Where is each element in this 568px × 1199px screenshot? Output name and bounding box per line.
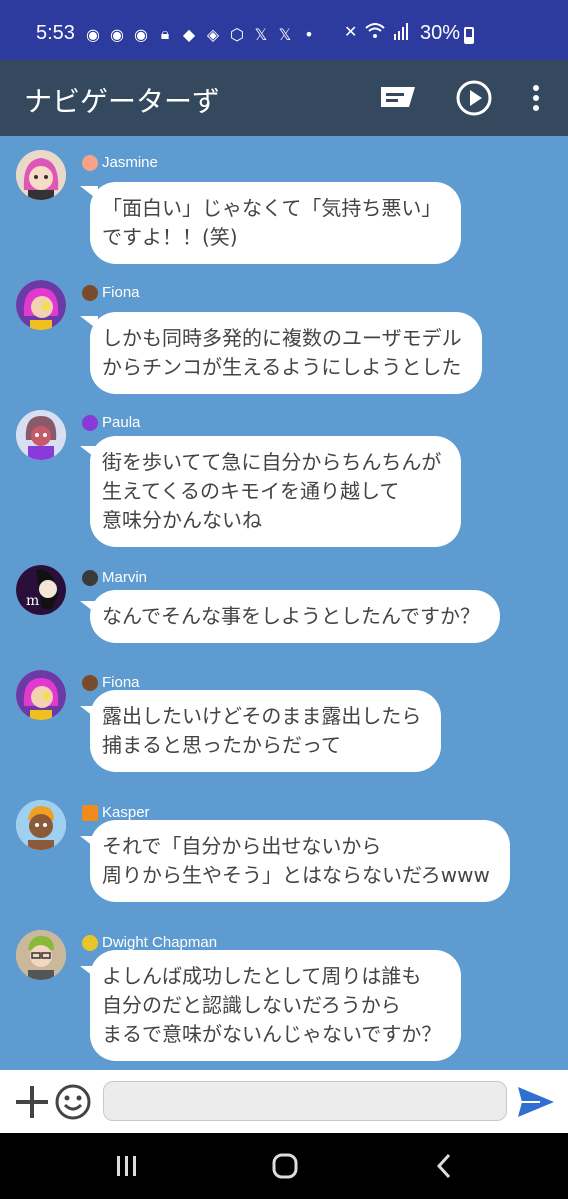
avatar[interactable] (16, 410, 66, 460)
sender-name: Marvin (82, 569, 147, 586)
sender-emoji-icon (82, 414, 98, 431)
smiley-icon (55, 1084, 91, 1120)
chat-area[interactable]: Jasmine 「面白い」じゃなくて「気持ち悪い」 ですよ！！(笑) Fiona… (0, 136, 568, 1070)
app-icon: ◆ (182, 24, 196, 44)
dot-icon: • (304, 24, 314, 44)
discord-icon: ◉ (110, 24, 124, 44)
discord-icon: ◉ (86, 24, 100, 44)
recent-apps-icon (117, 1156, 136, 1176)
message-icon (381, 87, 415, 107)
send-icon (518, 1087, 554, 1117)
play-icon (456, 80, 492, 116)
svg-text:m: m (26, 593, 39, 609)
sender-emoji-icon (82, 154, 98, 171)
app-bar: ナビゲーターず (0, 60, 568, 136)
sender-name: Dwight Chapman (82, 934, 217, 951)
sender-emoji-icon (82, 804, 98, 821)
sender-emoji-icon (82, 934, 98, 951)
sender-emoji-icon (82, 674, 98, 691)
message-bubble: 露出したいけどそのまま露出したら 捕まると思ったからだって (90, 690, 442, 772)
more-vert-icon (533, 85, 539, 111)
x-icon: 𝕏 (254, 24, 268, 44)
message-bubble: 「面白い」じゃなくて「気持ち悪い」 ですよ！！(笑) (90, 182, 462, 264)
back-button[interactable] (430, 1151, 460, 1181)
cube-icon: ⬡ (230, 24, 244, 44)
wifi-icon (365, 23, 386, 38)
message-bubble: しかも同時多発的に複数のユーザモデル からチンコが生えるようにしようとした (90, 312, 482, 394)
sender-name: Fiona (82, 674, 140, 691)
discord-icon: ◉ (134, 24, 148, 44)
x-icon: 𝕏 (278, 24, 292, 44)
sender-emoji-icon (82, 284, 98, 301)
plus-icon (16, 1086, 48, 1118)
sender-name: Fiona (82, 284, 140, 301)
mute-icon: ✕ (344, 22, 358, 41)
add-button[interactable] (14, 1084, 50, 1120)
avatar[interactable] (16, 930, 66, 980)
message-bubble: よしんば成功したとして周りは誰も 自分のだと認識しないだろうから まるで意味がな… (90, 950, 462, 1061)
page-title: ナビゲーターず (24, 85, 221, 118)
avatar[interactable] (16, 800, 66, 850)
avatar[interactable] (16, 670, 66, 720)
avatar[interactable] (16, 150, 66, 200)
message-bubble: 街を歩いてて急に自分からちんちんが 生えてくるのキモイを通り越して 意味分かんな… (90, 436, 462, 547)
send-button[interactable] (516, 1085, 556, 1119)
input-bar (0, 1070, 568, 1133)
status-bar: 5:53 ◉ ◉ ◉ 🔒︎ ◆ ◈ ⬡ 𝕏 𝕏 • ✕ 30% (0, 0, 568, 60)
message-view-button[interactable] (374, 74, 422, 122)
system-nav-bar (0, 1133, 568, 1199)
sender-emoji-icon (82, 569, 98, 586)
back-icon (436, 1153, 451, 1179)
recent-apps-button[interactable] (112, 1151, 142, 1181)
message-input[interactable] (103, 1081, 507, 1121)
signal-icon (394, 23, 409, 40)
sender-name: Jasmine (82, 154, 158, 171)
app-icon: ◈ (206, 24, 220, 44)
lock-icon: 🔒︎ (160, 24, 170, 43)
avatar[interactable] (16, 280, 66, 330)
avatar[interactable]: m (16, 565, 66, 615)
battery-icon (464, 27, 474, 44)
home-button[interactable] (270, 1151, 300, 1181)
message-bubble: それで「自分から出せないから 周りから生やそう」とはならないだろwww (90, 820, 510, 902)
notification-icons: ◉ ◉ ◉ 🔒︎ ◆ ◈ ⬡ 𝕏 𝕏 • (84, 22, 318, 46)
sender-name: Paula (82, 414, 140, 431)
play-button[interactable] (450, 74, 498, 122)
sender-name: Kasper (82, 804, 150, 821)
message-bubble: なんでそんな事をしようとしたんですか？ (90, 590, 500, 643)
more-options-button[interactable] (514, 74, 558, 122)
home-icon (272, 1153, 298, 1179)
emoji-button[interactable] (54, 1083, 92, 1121)
status-time: 5:53 (36, 22, 75, 44)
battery-percent: 30% (420, 22, 461, 44)
